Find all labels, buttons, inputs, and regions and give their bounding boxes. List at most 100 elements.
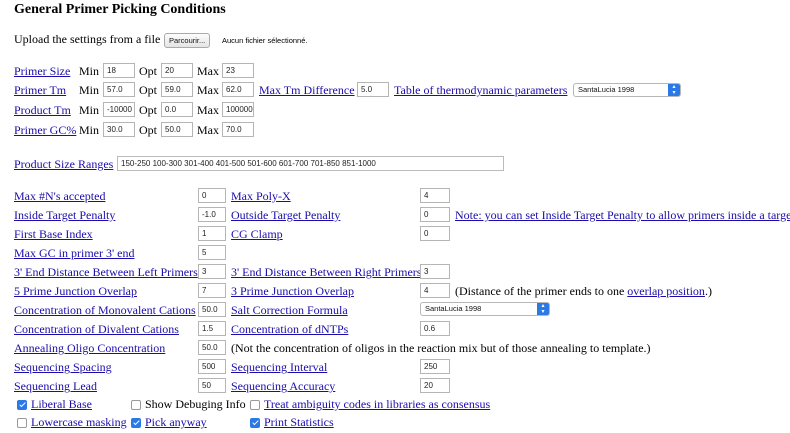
print-statistics-link[interactable]: Print Statistics xyxy=(264,415,334,430)
sequencing-spacing-link[interactable]: Sequencing Spacing xyxy=(14,360,112,375)
salt-correction-select[interactable]: SantaLucia 1998 ▴ ▾ xyxy=(420,302,550,316)
inside-target-penalty-link[interactable]: Inside Target Penalty xyxy=(14,208,115,223)
annealing-oligo-input[interactable]: 50.0 xyxy=(198,340,226,355)
junction-note-post: .) xyxy=(704,284,712,298)
junction-overlap-5-link[interactable]: 5 Prime Junction Overlap xyxy=(14,284,137,299)
primer-gc-max-input[interactable]: 70.0 xyxy=(222,122,254,137)
max-ns-link[interactable]: Max #N's accepted xyxy=(14,189,105,204)
liberal-base-link[interactable]: Liberal Base xyxy=(31,397,92,412)
dntp-concentration-input[interactable]: 0.6 xyxy=(420,321,450,336)
sequencing-interval-input[interactable]: 250 xyxy=(420,359,450,374)
primer-tm-max-label: Max xyxy=(197,83,219,97)
max-tm-difference-input[interactable]: 5.0 xyxy=(357,82,389,97)
primer-gc-min-label: Min xyxy=(79,123,100,137)
upload-status: Aucun fichier sélectionné. xyxy=(222,36,308,45)
liberal-base-checkbox[interactable] xyxy=(17,400,27,410)
product-tm-max-label: Max xyxy=(197,103,219,117)
primer-size-min-input[interactable]: 18 xyxy=(103,63,135,78)
primer-tm-min-label: Min xyxy=(79,83,100,97)
end-distance-left-link[interactable]: 3' End Distance Between Left Primers xyxy=(14,265,198,280)
monovalent-cations-input[interactable]: 50.0 xyxy=(198,302,226,317)
max-polyx-input[interactable]: 4 xyxy=(420,188,450,203)
overlap-position-link[interactable]: overlap position xyxy=(627,284,705,298)
max-ns-input[interactable]: 0 xyxy=(198,188,226,203)
product-tm-min-label: Min xyxy=(79,103,100,117)
thermo-table-select[interactable]: SantaLucia 1998 ▴ ▾ xyxy=(573,83,681,97)
dntp-concentration-link[interactable]: Concentration of dNTPs xyxy=(231,322,348,337)
outside-target-penalty-link[interactable]: Outside Target Penalty xyxy=(231,208,340,223)
primer-gc-link[interactable]: Primer GC% xyxy=(14,123,76,138)
primer-gc-opt-label: Opt xyxy=(139,123,157,137)
pick-anyway-checkbox[interactable] xyxy=(131,418,141,428)
max-gc-3-end-input[interactable]: 5 xyxy=(198,245,226,260)
product-tm-opt-input[interactable]: 0.0 xyxy=(161,102,193,117)
end-distance-right-input[interactable]: 3 xyxy=(420,264,450,279)
first-base-index-link[interactable]: First Base Index xyxy=(14,227,93,242)
print-statistics-checkbox[interactable] xyxy=(250,418,260,428)
divalent-cations-link[interactable]: Concentration of Divalent Cations xyxy=(14,322,179,337)
sequencing-lead-link[interactable]: Sequencing Lead xyxy=(14,379,97,394)
sequencing-spacing-input[interactable]: 500 xyxy=(198,359,226,374)
monovalent-cations-link[interactable]: Concentration of Monovalent Cations xyxy=(14,303,196,318)
outside-target-penalty-input[interactable]: 0 xyxy=(420,207,450,222)
primer-tm-max-input[interactable]: 62.0 xyxy=(222,82,254,97)
lowercase-masking-checkbox[interactable] xyxy=(17,418,27,428)
sequencing-accuracy-input[interactable]: 20 xyxy=(420,378,450,393)
salt-correction-value: SantaLucia 1998 xyxy=(425,304,482,313)
show-debug-checkbox[interactable] xyxy=(131,400,141,410)
show-debug-label: Show Debuging Info xyxy=(145,397,246,411)
ambiguity-codes-link[interactable]: Treat ambiguity codes in libraries as co… xyxy=(264,397,490,412)
thermo-table-link[interactable]: Table of thermodynamic parameters xyxy=(394,83,567,98)
annealing-oligo-link[interactable]: Annealing Oligo Concentration xyxy=(14,341,165,356)
end-distance-right-link[interactable]: 3' End Distance Between Right Primers xyxy=(231,265,421,280)
max-tm-difference-link[interactable]: Max Tm Difference xyxy=(259,83,355,98)
primer-tm-opt-label: Opt xyxy=(139,83,157,97)
upload-label: Upload the settings from a file xyxy=(14,32,161,46)
cg-clamp-link[interactable]: CG Clamp xyxy=(231,227,283,242)
primer-tm-link[interactable]: Primer Tm xyxy=(14,83,66,98)
max-gc-3-end-link[interactable]: Max GC in primer 3' end xyxy=(14,246,134,261)
primer-size-min-label: Min xyxy=(79,64,100,78)
select-arrows-icon: ▴ ▾ xyxy=(537,303,549,315)
sequencing-interval-link[interactable]: Sequencing Interval xyxy=(231,360,327,375)
inside-target-penalty-input[interactable]: -1.0 xyxy=(198,207,226,222)
pick-anyway-link[interactable]: Pick anyway xyxy=(145,415,207,430)
end-distance-left-input[interactable]: 3 xyxy=(198,264,226,279)
sequencing-lead-input[interactable]: 50 xyxy=(198,378,226,393)
divalent-cations-input[interactable]: 1.5 xyxy=(198,321,226,336)
product-tm-opt-label: Opt xyxy=(139,103,157,117)
inside-target-note-link[interactable]: Note: you can set Inside Target Penalty … xyxy=(455,208,790,223)
page-title: General Primer Picking Conditions xyxy=(14,2,226,17)
first-base-index-input[interactable]: 1 xyxy=(198,226,226,241)
thermo-table-value: SantaLucia 1998 xyxy=(578,85,635,94)
browse-button[interactable]: Parcourir... xyxy=(164,33,211,48)
primer-size-max-label: Max xyxy=(197,64,219,78)
primer-gc-min-input[interactable]: 30.0 xyxy=(103,122,135,137)
lowercase-masking-link[interactable]: Lowercase masking xyxy=(31,415,127,430)
sequencing-accuracy-link[interactable]: Sequencing Accuracy xyxy=(231,379,335,394)
product-tm-min-input[interactable]: -10000 xyxy=(103,102,135,117)
primer-gc-opt-input[interactable]: 50.0 xyxy=(161,122,193,137)
junction-overlap-5-input[interactable]: 7 xyxy=(198,283,226,298)
primer-size-max-input[interactable]: 23 xyxy=(222,63,254,78)
product-tm-max-input[interactable]: 1000000 xyxy=(222,102,254,117)
select-arrows-icon: ▴ ▾ xyxy=(668,84,680,96)
ambiguity-codes-checkbox[interactable] xyxy=(250,400,260,410)
junction-overlap-3-link[interactable]: 3 Prime Junction Overlap xyxy=(231,284,354,299)
junction-overlap-3-input[interactable]: 4 xyxy=(420,283,450,298)
primer-tm-min-input[interactable]: 57.0 xyxy=(103,82,135,97)
primer-size-opt-input[interactable]: 20 xyxy=(161,63,193,78)
cg-clamp-input[interactable]: 0 xyxy=(420,226,450,241)
max-polyx-link[interactable]: Max Poly-X xyxy=(231,189,291,204)
junction-note-pre: (Distance of the primer ends to one xyxy=(455,284,625,298)
annealing-note: (Not the concentration of oligos in the … xyxy=(231,341,651,355)
product-tm-link[interactable]: Product Tm xyxy=(14,103,71,118)
junction-note: (Distance of the primer ends to one over… xyxy=(455,284,712,299)
primer-size-opt-label: Opt xyxy=(139,64,157,78)
product-size-ranges-link[interactable]: Product Size Ranges xyxy=(14,157,113,172)
primer-tm-opt-input[interactable]: 59.0 xyxy=(161,82,193,97)
salt-correction-link[interactable]: Salt Correction Formula xyxy=(231,303,348,318)
primer-gc-max-label: Max xyxy=(197,123,219,137)
product-size-ranges-input[interactable]: 150-250 100-300 301-400 401-500 501-600 … xyxy=(117,156,504,171)
primer-size-link[interactable]: Primer Size xyxy=(14,64,70,79)
